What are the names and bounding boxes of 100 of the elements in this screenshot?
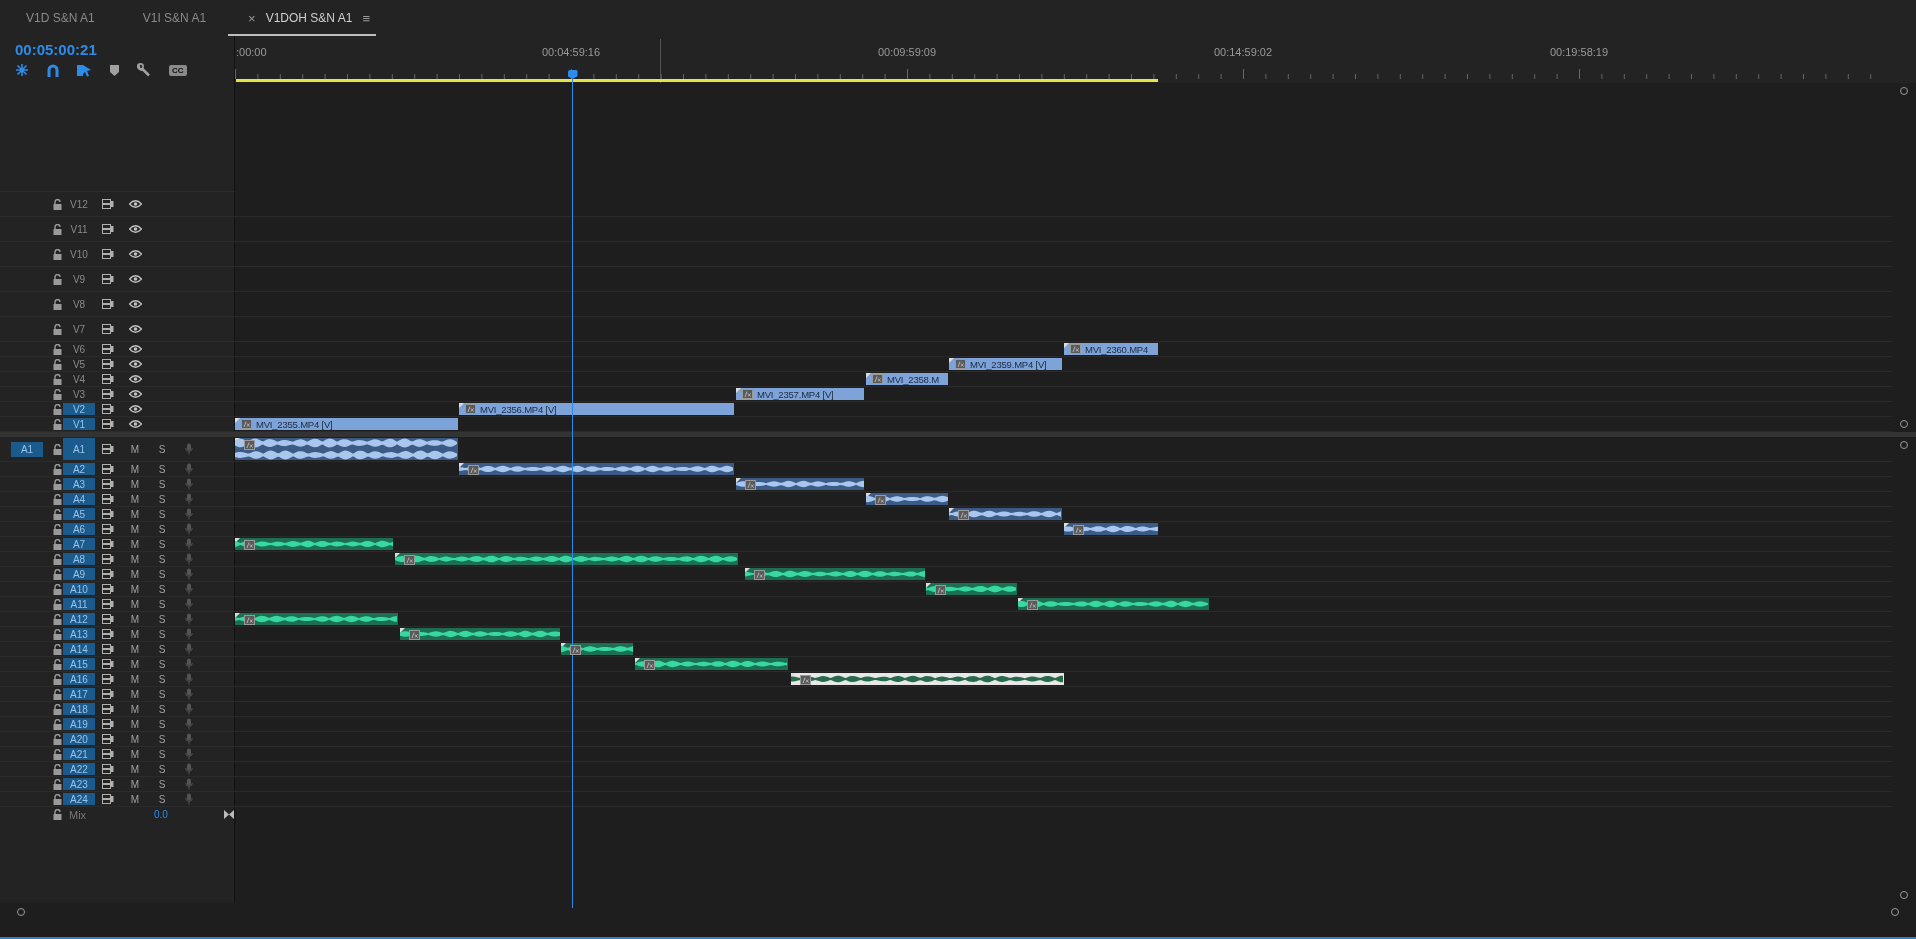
audio-clip[interactable] [791, 673, 1064, 685]
track-target[interactable]: V4 [63, 373, 95, 385]
mute-button[interactable]: M [130, 538, 140, 550]
track-target[interactable]: A19 [63, 718, 95, 730]
video-clip[interactable]: MVI_2357.MP4 [V] [736, 388, 864, 400]
mute-button[interactable]: M [130, 688, 140, 700]
eye-icon[interactable] [128, 375, 142, 383]
audio-clip[interactable] [866, 493, 948, 505]
audio-clip[interactable] [1064, 523, 1158, 535]
lock-icon[interactable] [52, 688, 62, 700]
solo-button[interactable]: S [158, 718, 166, 730]
eye-icon[interactable] [128, 250, 142, 258]
mute-button[interactable]: M [130, 508, 140, 520]
solo-button[interactable]: S [158, 568, 166, 580]
solo-button[interactable]: S [158, 538, 166, 550]
lock-icon[interactable] [52, 763, 62, 775]
magnet-icon[interactable] [47, 63, 59, 77]
track-target[interactable]: V7 [63, 318, 95, 340]
solo-button[interactable]: S [158, 793, 166, 805]
lock-icon[interactable] [52, 568, 62, 580]
solo-button[interactable]: S [158, 658, 166, 670]
track-target[interactable]: A24 [63, 793, 95, 805]
audio-clip[interactable] [745, 568, 925, 580]
solo-button[interactable]: S [158, 763, 166, 775]
solo-button[interactable]: S [158, 643, 166, 655]
wrench-icon[interactable] [137, 63, 151, 77]
track-target[interactable]: V3 [63, 388, 95, 400]
lock-icon[interactable] [52, 343, 62, 355]
solo-button[interactable]: S [158, 583, 166, 595]
audio-clip[interactable] [459, 463, 734, 475]
audio-clip[interactable] [949, 508, 1062, 520]
eye-icon[interactable] [128, 420, 142, 428]
lock-icon[interactable] [52, 418, 62, 430]
mute-button[interactable]: M [130, 553, 140, 565]
mute-button[interactable]: M [130, 628, 140, 640]
track-target[interactable]: A20 [63, 733, 95, 745]
lock-icon[interactable] [52, 273, 62, 285]
solo-button[interactable]: S [158, 613, 166, 625]
mute-button[interactable]: M [130, 748, 140, 760]
captions-button[interactable]: CC [169, 64, 187, 76]
lock-icon[interactable] [52, 583, 62, 595]
mute-button[interactable]: M [130, 598, 140, 610]
track-target[interactable]: A9 [63, 568, 95, 580]
lock-icon[interactable] [52, 198, 62, 210]
sequence-tab[interactable]: V1D S&N A1 [0, 0, 117, 36]
track-target[interactable]: V2 [63, 403, 95, 415]
lock-icon[interactable] [52, 553, 62, 565]
audio-clip[interactable] [235, 613, 398, 625]
track-target[interactable]: V5 [63, 358, 95, 370]
mute-button[interactable]: M [130, 763, 140, 775]
track-target[interactable]: A6 [63, 523, 95, 535]
nest-icon[interactable] [15, 63, 29, 77]
track-target[interactable]: A11 [63, 598, 95, 610]
track-target[interactable]: V1 [63, 418, 95, 430]
video-clip[interactable]: MVI_2359.MP4 [V] [949, 358, 1062, 370]
lock-icon[interactable] [52, 323, 62, 335]
track-target[interactable]: A15 [63, 658, 95, 670]
eye-icon[interactable] [128, 200, 142, 208]
track-output-icon[interactable] [102, 274, 114, 284]
audio-clip[interactable] [1018, 598, 1209, 610]
track-target[interactable]: A23 [63, 778, 95, 790]
video-clip[interactable]: MVI_2355.MP4 [V] [235, 418, 458, 430]
track-output-icon[interactable] [102, 299, 114, 309]
mute-button[interactable]: M [130, 493, 140, 505]
track-output-icon[interactable] [102, 324, 114, 334]
lock-icon[interactable] [52, 388, 62, 400]
eye-icon[interactable] [128, 360, 142, 368]
mute-button[interactable]: M [130, 703, 140, 715]
lock-icon[interactable] [52, 658, 62, 670]
track-output-icon[interactable] [102, 249, 114, 259]
track-output-icon[interactable] [102, 224, 114, 234]
audio-clip[interactable] [235, 438, 458, 460]
lock-icon[interactable] [52, 733, 62, 745]
video-clip[interactable]: MVI_2356.MP4 [V] [459, 403, 734, 415]
timecode[interactable]: 00:05:00:21 [15, 41, 97, 58]
mute-button[interactable]: M [130, 658, 140, 670]
track-target[interactable]: A4 [63, 493, 95, 505]
mute-button[interactable]: M [130, 793, 140, 805]
mix-volume-value[interactable]: 0.0 [154, 809, 168, 820]
lock-icon[interactable] [52, 793, 62, 805]
eye-icon[interactable] [128, 300, 142, 308]
track-target[interactable]: A21 [63, 748, 95, 760]
track-output-icon[interactable] [102, 444, 114, 454]
audio-clip[interactable] [395, 553, 738, 565]
solo-button[interactable]: S [158, 703, 166, 715]
solo-button[interactable]: S [158, 598, 166, 610]
mute-button[interactable]: M [130, 718, 140, 730]
bowtie-icon[interactable] [223, 810, 234, 819]
eye-icon[interactable] [128, 325, 142, 333]
track-target[interactable]: A1 [63, 438, 95, 460]
solo-button[interactable]: S [158, 748, 166, 760]
menu-icon[interactable]: ≡ [362, 10, 370, 26]
mute-button[interactable]: M [130, 673, 140, 685]
solo-button[interactable]: S [158, 553, 166, 565]
track-target[interactable]: V8 [63, 293, 95, 315]
mute-button[interactable]: M [130, 523, 140, 535]
lock-icon[interactable] [52, 248, 62, 260]
mute-button[interactable]: M [130, 733, 140, 745]
solo-button[interactable]: S [158, 478, 166, 490]
lock-icon[interactable] [52, 508, 62, 520]
